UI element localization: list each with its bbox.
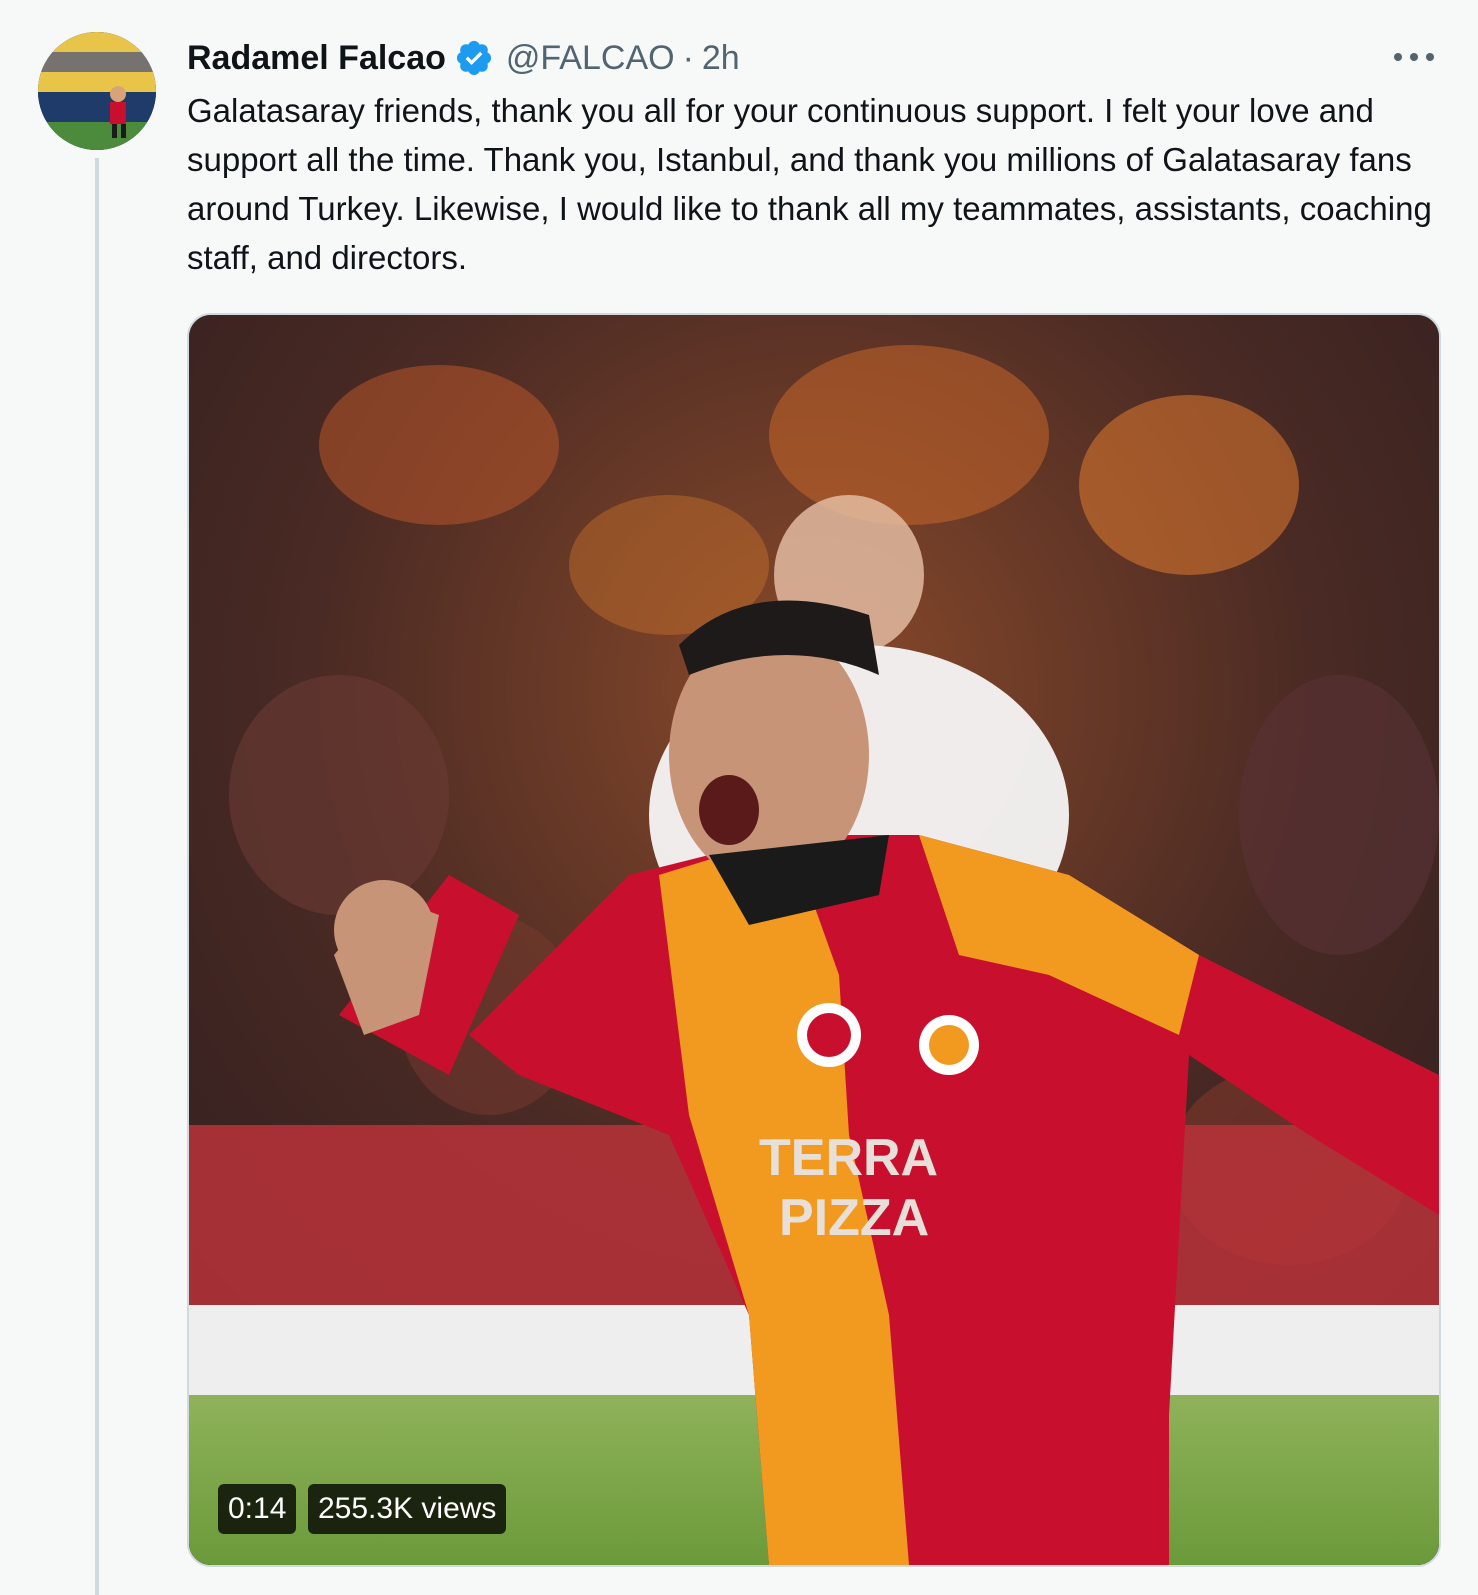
video-views-badge: 255.3K views (308, 1484, 507, 1534)
video-thumbnail: TERRA PIZZA (189, 315, 1439, 1565)
thread-connector-line (95, 158, 99, 1595)
tweet-header: Radamel Falcao @FALCAO · 2h (187, 34, 740, 82)
avatar-image (38, 32, 156, 150)
jersey-text-line2: PIZZA (779, 1189, 929, 1247)
jersey-text-line1: TERRA (759, 1129, 938, 1187)
author-name[interactable]: Radamel Falcao (187, 39, 446, 78)
separator-dot: · (682, 38, 694, 77)
verified-badge-icon (454, 38, 494, 78)
author-avatar[interactable] (38, 32, 156, 150)
tweet[interactable]: Radamel Falcao @FALCAO · 2h Galatasaray … (0, 0, 1478, 1595)
video-duration-badge: 0:14 (218, 1484, 297, 1534)
video-player[interactable]: TERRA PIZZA (187, 313, 1441, 1567)
author-handle[interactable]: @FALCAO (506, 39, 675, 78)
tweet-text: Galatasaray friends, thank you all for y… (187, 92, 1432, 276)
more-horizontal-icon[interactable] (1390, 42, 1438, 72)
tweet-timestamp[interactable]: 2h (702, 39, 740, 78)
